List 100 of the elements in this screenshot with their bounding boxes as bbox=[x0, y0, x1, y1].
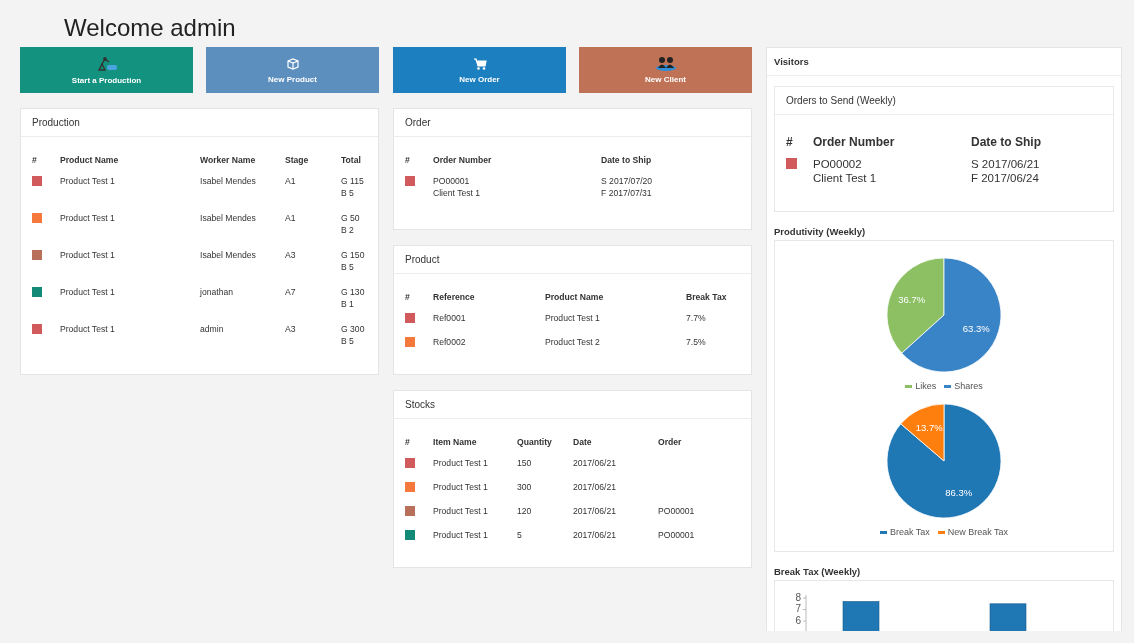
slice-label: 86.3% bbox=[945, 486, 973, 498]
column-header: # bbox=[405, 154, 411, 167]
legend-label: New Break Tax bbox=[947, 527, 1009, 537]
table-cell-text: 150 bbox=[517, 457, 533, 469]
column-header: # bbox=[405, 436, 411, 449]
table-cell-text: A7 bbox=[285, 286, 297, 298]
tick-label: 8 bbox=[795, 591, 801, 603]
column-header: Item Name bbox=[433, 436, 478, 449]
column-header: Order Number bbox=[813, 134, 896, 151]
slice-label: 63.3% bbox=[962, 322, 990, 334]
table-cell-text: Product Test 1 bbox=[60, 212, 116, 224]
column-header: # bbox=[786, 134, 794, 151]
table-cell-text: S 2017/07/20 bbox=[601, 175, 654, 187]
table-cell-text: Product Test 1 bbox=[433, 505, 489, 517]
table-cell-text: Product Test 1 bbox=[60, 323, 116, 335]
table-cell-text: Product Test 1 bbox=[545, 312, 601, 324]
table-cell-text: Client Test 1 bbox=[813, 171, 878, 185]
column-header: Stage bbox=[285, 154, 310, 167]
table-cell-text: A1 bbox=[285, 212, 297, 224]
page-title: Welcome admin bbox=[63, 13, 237, 43]
tick-label: 7 bbox=[795, 603, 801, 615]
panel-title: Stocks bbox=[405, 399, 435, 410]
legend-label: Likes bbox=[915, 381, 937, 391]
table-cell-text: A1 bbox=[285, 175, 297, 187]
table-cell-text: B 2 bbox=[341, 224, 355, 236]
chart-title: Produtivity (Weekly) bbox=[774, 226, 867, 237]
legend-swatch bbox=[937, 530, 945, 534]
table-cell-text: PO00001 bbox=[658, 529, 696, 541]
legend-label: Break Tax bbox=[889, 527, 930, 537]
box-icon bbox=[285, 56, 300, 71]
column-header: Reference bbox=[433, 291, 476, 304]
table-cell-text: B 5 bbox=[341, 187, 355, 199]
users-icon bbox=[654, 56, 677, 71]
table-cell-text: 7.7% bbox=[686, 312, 707, 324]
action-button[interactable]: New Client bbox=[579, 47, 752, 93]
table-cell-text: A3 bbox=[285, 323, 297, 335]
table-cell-text: 7.5% bbox=[686, 336, 707, 348]
panel-title: Production bbox=[32, 117, 80, 128]
column-header: Date to Ship bbox=[971, 134, 1042, 151]
column-header: Order Number bbox=[433, 154, 493, 167]
slice-label: 36.7% bbox=[898, 294, 926, 306]
table-cell-text: F 2017/07/31 bbox=[601, 187, 653, 199]
column-header: Total bbox=[341, 154, 362, 167]
table-cell-text: Product Test 2 bbox=[545, 336, 601, 348]
column-header: Order bbox=[658, 436, 683, 449]
column-header: Worker Name bbox=[200, 154, 257, 167]
table-cell-text: Product Test 1 bbox=[60, 286, 116, 298]
column-header: # bbox=[32, 154, 38, 167]
table-cell-text: G 130 bbox=[341, 286, 366, 298]
table-cell-text: F 2017/06/24 bbox=[971, 171, 1040, 185]
robot-arm-icon bbox=[95, 55, 118, 72]
table-cell-text: 120 bbox=[517, 505, 533, 517]
legend-swatch bbox=[905, 384, 913, 388]
table-cell-text: 2017/06/21 bbox=[573, 457, 617, 469]
column-header: Date to Ship bbox=[601, 154, 653, 167]
table-cell-text: Ref0002 bbox=[433, 336, 467, 348]
action-button[interactable]: Start a Production bbox=[20, 47, 193, 93]
table-cell-text: Product Test 1 bbox=[433, 481, 489, 493]
table-cell-text: 2017/06/21 bbox=[573, 481, 617, 493]
action-button[interactable]: New Product bbox=[206, 47, 379, 93]
column-header: Break Tax bbox=[686, 291, 728, 304]
column-header: Product Name bbox=[545, 291, 605, 304]
table-cell-text: 300 bbox=[517, 481, 533, 493]
table-cell-text: B 1 bbox=[341, 298, 355, 310]
panel-title: Visitors bbox=[774, 56, 809, 67]
table-cell-text: G 50 bbox=[341, 212, 361, 224]
table-cell-text: A3 bbox=[285, 249, 297, 261]
column-header: Product Name bbox=[60, 154, 120, 167]
legend-swatch bbox=[944, 384, 952, 388]
column-header: Quantity bbox=[517, 436, 553, 449]
column-header: Date bbox=[573, 436, 593, 449]
table-cell-text: Product Test 1 bbox=[433, 457, 489, 469]
table-cell-text: admin bbox=[200, 323, 225, 335]
action-button[interactable]: New Order bbox=[393, 47, 566, 93]
table-cell-text: Isabel Mendes bbox=[200, 249, 257, 261]
table-cell-text: PO00001 bbox=[658, 505, 696, 517]
table-cell-text: S 2017/06/21 bbox=[971, 157, 1041, 171]
table-cell-text: Product Test 1 bbox=[433, 529, 489, 541]
table-cell-text: 5 bbox=[517, 529, 523, 541]
y-axis bbox=[802, 594, 807, 631]
table-cell-text: PO00001 bbox=[433, 175, 471, 187]
panel-title: Order bbox=[405, 117, 431, 128]
table-cell-text: B 5 bbox=[341, 335, 355, 347]
table-cell-text: G 150 bbox=[341, 249, 366, 261]
chart-title: Break Tax (Weekly) bbox=[774, 566, 862, 577]
table-cell-text: 2017/06/21 bbox=[573, 505, 617, 517]
table-cell-text: B 5 bbox=[341, 261, 355, 273]
table-cell-text: G 115 bbox=[341, 175, 365, 187]
legend-label: Shares bbox=[954, 381, 983, 391]
table-cell-text: jonathan bbox=[200, 286, 234, 298]
cart-icon bbox=[472, 56, 487, 71]
panel-title: Orders to Send (Weekly) bbox=[786, 95, 896, 106]
panel-title: Product bbox=[405, 254, 440, 265]
table-cell-text: 2017/06/21 bbox=[573, 529, 617, 541]
table-cell-text: Product Test 1 bbox=[60, 175, 116, 187]
table-cell-text: Product Test 1 bbox=[60, 249, 116, 261]
slice-label: 13.7% bbox=[915, 422, 943, 434]
tick-label: 6 bbox=[795, 614, 801, 626]
table-cell-text: G 300 bbox=[341, 323, 366, 335]
table-cell-text: PO00002 bbox=[813, 157, 863, 171]
